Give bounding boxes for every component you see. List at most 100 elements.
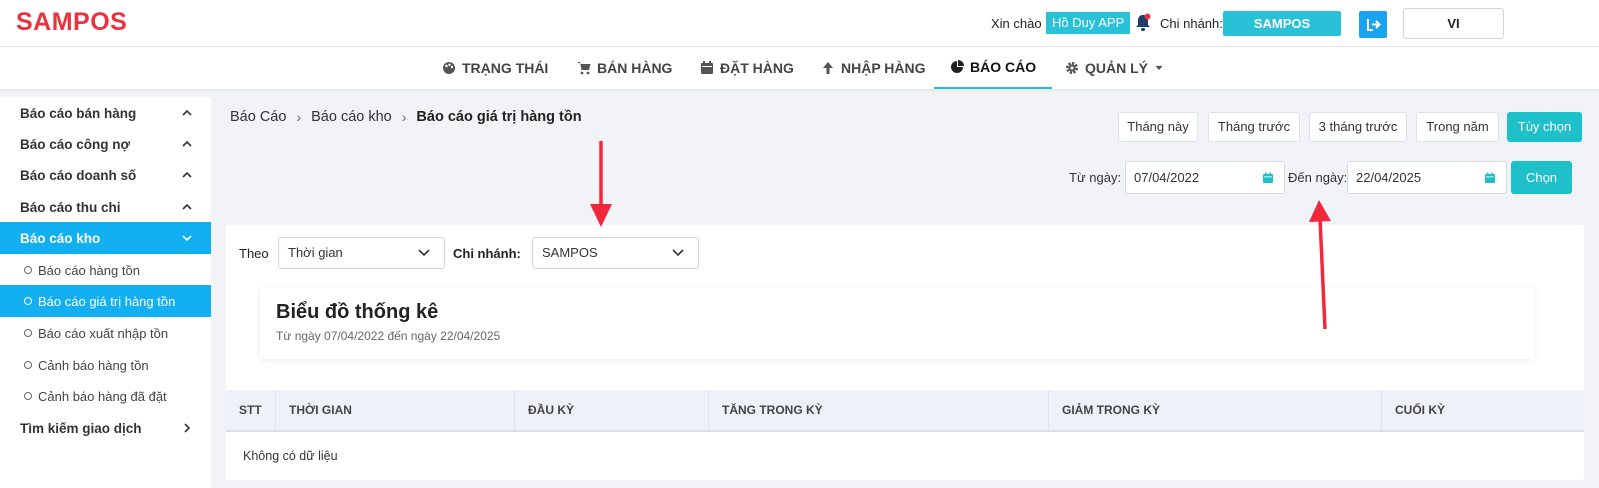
sign-out-icon <box>1367 19 1381 31</box>
empty-state-text: Không có dữ liệu <box>243 449 338 463</box>
to-date-label: Đến ngày: <box>1288 170 1348 185</box>
annotation-arrow-down <box>590 141 612 227</box>
top-bar: SAMPOS Xin chào Hồ Duy APP Chi nhánh: SA… <box>0 0 1599 47</box>
sidebar-item-label: Cảnh báo hàng đã đặt <box>38 388 167 404</box>
from-date-value: 07/04/2022 <box>1134 170 1200 185</box>
branch-label: Chi nhánh: <box>1160 16 1223 31</box>
sidebar-item-canh-bao-hang-da-dat[interactable]: Cảnh báo hàng đã đặt <box>0 380 211 412</box>
to-date-input[interactable]: 22/04/2025 <box>1347 161 1507 194</box>
chevron-right-icon: › <box>401 109 407 125</box>
chevron-down-icon <box>672 249 684 257</box>
nav-item-bao-cao[interactable]: BÁO CÁO <box>934 47 1053 89</box>
sidebar-group-label: Báo cáo bán hàng <box>20 105 137 121</box>
chevron-up-icon <box>182 109 192 116</box>
sidebar-group-label: Báo cáo thu chi <box>20 199 121 215</box>
column-header-time: THỜI GIAN <box>276 390 515 430</box>
sidebar-item-label: Báo cáo xuất nhập tồn <box>38 325 169 341</box>
nav-item-quan-ly[interactable]: QUẢN LÝ <box>1065 47 1164 89</box>
calendar-icon <box>1263 172 1273 183</box>
nav-label: BÁO CÁO <box>970 59 1037 75</box>
sidebar-item-label: Cảnh báo hàng tồn <box>38 357 149 373</box>
from-date-input[interactable]: 07/04/2022 <box>1125 161 1285 194</box>
user-name-badge[interactable]: Hồ Duy APP <box>1046 12 1131 34</box>
sidebar-item-gia-tri-hang-ton[interactable]: Báo cáo giá trị hàng tồn <box>0 285 211 317</box>
chart-panel: Biểu đồ thống kê Từ ngày 07/04/2022 đến … <box>260 287 1534 359</box>
chevron-down-icon <box>418 249 430 257</box>
table-empty-row: Không có dữ liệu <box>226 432 1584 480</box>
circle-icon <box>24 392 32 400</box>
column-header-decrease: GIẢM TRONG KỲ <box>1049 390 1382 430</box>
sidebar-item-label: Báo cáo giá trị hàng tồn <box>38 293 176 309</box>
range-last-month-button[interactable]: Tháng trước <box>1208 112 1300 142</box>
sidebar-group-label: Báo cáo doanh số <box>20 167 137 183</box>
nav-item-nhap-hang[interactable]: NHẬP HÀNG <box>821 47 926 89</box>
branch-filter-select[interactable]: SAMPOS <box>532 237 699 269</box>
chart-subtitle: Từ ngày 07/04/2022 đến ngày 22/04/2025 <box>276 329 501 343</box>
nav-item-ban-hang[interactable]: BÁN HÀNG <box>577 47 672 89</box>
by-filter-label: Theo <box>239 246 269 261</box>
language-selector[interactable]: VI <box>1403 8 1504 39</box>
chevron-up-icon <box>182 140 192 147</box>
range-3-months-button[interactable]: 3 tháng trước <box>1309 112 1407 142</box>
circle-icon <box>24 266 32 274</box>
calendar-icon <box>1485 172 1495 183</box>
sidebar-item-canh-bao-hang-ton[interactable]: Cảnh báo hàng tồn <box>0 349 211 381</box>
notification-bell-icon[interactable] <box>1134 13 1152 33</box>
chart-title: Biểu đồ thống kê <box>276 301 439 323</box>
sidebar-group-ban-hang[interactable]: Báo cáo bán hàng <box>0 97 211 129</box>
nav-label: QUẢN LÝ <box>1085 60 1148 76</box>
sidebar-group-thu-chi[interactable]: Báo cáo thu chi <box>0 191 211 223</box>
branch-selector-button[interactable]: SAMPOS <box>1223 11 1341 36</box>
cart-icon <box>577 62 591 75</box>
from-date-label: Từ ngày: <box>1069 170 1122 185</box>
column-header-opening: ĐẦU KỲ <box>515 390 709 430</box>
sidebar-group-doanh-so[interactable]: Báo cáo doanh số <box>0 159 211 191</box>
branch-filter-label: Chi nhánh: <box>453 246 521 261</box>
chevron-up-icon <box>182 203 192 210</box>
column-header-stt: STT <box>226 390 276 430</box>
chevron-right-icon: › <box>296 109 302 125</box>
circle-icon <box>24 329 32 337</box>
chevron-right-icon <box>184 423 191 433</box>
by-filter-select[interactable]: Thời gian <box>278 237 445 269</box>
greeting-text: Xin chào <box>991 16 1042 31</box>
sidebar-item-hang-ton[interactable]: Báo cáo hàng tồn <box>0 254 211 286</box>
sidebar-group-cong-no[interactable]: Báo cáo công nợ <box>0 128 211 160</box>
report-card: Theo Thời gian Chi nhánh: SAMPOS Biểu đồ… <box>226 225 1584 480</box>
sidebar-group-label: Báo cáo kho <box>20 230 101 246</box>
column-header-increase: TĂNG TRONG KỲ <box>709 390 1049 430</box>
sidebar-group-label: Tìm kiếm giao dịch <box>20 420 142 436</box>
circle-icon <box>24 361 32 369</box>
breadcrumb: Báo Cáo › Báo cáo kho › Báo cáo giá trị … <box>230 109 582 125</box>
sidebar-group-tim-kiem[interactable]: Tìm kiếm giao dịch <box>0 412 211 444</box>
chevron-down-icon <box>182 235 192 242</box>
gear-icon <box>1066 62 1078 74</box>
logout-button[interactable] <box>1359 11 1387 38</box>
logo[interactable]: SAMPOS <box>16 8 127 37</box>
range-this-year-button[interactable]: Trong năm <box>1416 112 1499 142</box>
circle-icon <box>24 297 32 305</box>
chevron-up-icon <box>182 171 192 178</box>
nav-label: ĐẶT HÀNG <box>720 60 794 76</box>
range-this-month-button[interactable]: Tháng này <box>1118 112 1198 142</box>
palette-icon <box>443 62 455 74</box>
breadcrumb-current: Báo cáo giá trị hàng tồn <box>416 109 582 125</box>
arrow-up-icon <box>823 62 833 74</box>
sidebar-item-xuat-nhap-ton[interactable]: Báo cáo xuất nhập tồn <box>0 317 211 349</box>
pie-chart-icon <box>951 60 964 73</box>
nav-label: BÁN HÀNG <box>597 60 673 76</box>
nav-item-dat-hang[interactable]: ĐẶT HÀNG <box>700 47 794 89</box>
nav-label: TRẠNG THÁI <box>462 60 549 76</box>
apply-date-button[interactable]: Chọn <box>1511 161 1572 194</box>
breadcrumb-item[interactable]: Báo cáo kho <box>311 109 392 125</box>
breadcrumb-item[interactable]: Báo Cáo <box>230 109 286 125</box>
main-nav: TRẠNG THÁI BÁN HÀNG ĐẶT HÀNG NHẬP HÀNG B… <box>0 47 1599 89</box>
sidebar-item-label: Báo cáo hàng tồn <box>38 262 140 278</box>
to-date-value: 22/04/2025 <box>1356 170 1422 185</box>
branch-filter-value: SAMPOS <box>542 245 598 260</box>
sidebar-group-label: Báo cáo công nợ <box>20 136 131 152</box>
nav-item-trang-thai[interactable]: TRẠNG THÁI <box>442 47 548 89</box>
sidebar-group-kho[interactable]: Báo cáo kho <box>0 222 211 254</box>
range-custom-button[interactable]: Tùy chọn <box>1507 112 1582 142</box>
table-header: STT THỜI GIAN ĐẦU KỲ TĂNG TRONG KỲ GIẢM … <box>226 390 1584 432</box>
